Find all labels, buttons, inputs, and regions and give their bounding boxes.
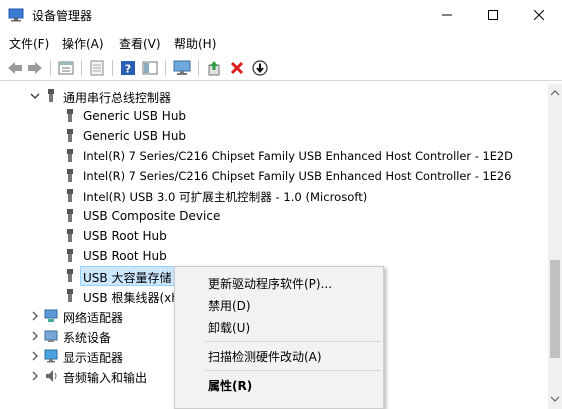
properties-button[interactable] [57, 59, 75, 77]
tree-item-label: Intel(R) USB 3.0 可扩展主机控制器 - 1.0 (Microso… [83, 190, 368, 204]
usb-controller-icon [48, 89, 54, 102]
view-pane-icon [142, 61, 158, 75]
view-pane-button[interactable] [141, 59, 159, 77]
tree-item[interactable]: USB Root Hub [0, 226, 548, 246]
tree-item[interactable]: Intel(R) USB 3.0 可扩展主机控制器 - 1.0 (Microso… [0, 186, 548, 206]
minimize-button[interactable] [424, 0, 470, 30]
forward-button[interactable] [26, 59, 44, 77]
update-driver-button[interactable] [205, 59, 223, 77]
chevron-right-icon[interactable] [30, 371, 40, 381]
tree-category-label: 通用串行总线控制器 [63, 91, 172, 105]
uninstall-button[interactable] [228, 59, 246, 77]
chevron-right-icon[interactable] [30, 351, 40, 361]
display-adapter-icon [44, 349, 58, 363]
context-menu: 更新驱动程序软件(P)... 禁用(D) 卸载(U) 扫描检测硬件改动(A) 属… [174, 266, 384, 409]
close-icon [534, 10, 544, 20]
tree-item[interactable]: Generic USB Hub [0, 126, 548, 146]
usb-plug-icon [67, 289, 73, 302]
menu-update-driver[interactable]: 更新驱动程序软件(P)... [208, 275, 332, 292]
disable-icon [252, 60, 268, 76]
tree-category-label: 系统设备 [63, 331, 112, 345]
scroll-up-icon[interactable] [550, 88, 560, 98]
usb-plug-icon [67, 249, 73, 262]
uninstall-x-icon [230, 61, 244, 75]
tree-category-label: 网络适配器 [63, 311, 124, 325]
tree-item-label: Intel(R) 7 Series/C216 Chipset Family US… [83, 149, 513, 163]
help-icon: ? [121, 61, 135, 76]
tree-category-label: 显示适配器 [63, 351, 124, 365]
tree-item-label: USB Composite Device [83, 209, 221, 223]
minimize-icon [442, 14, 452, 16]
menu-bar: 文件(F) 操作(A) 查看(V) 帮助(H) [0, 32, 562, 54]
menu-uninstall[interactable]: 卸载(U) [208, 319, 250, 336]
tree-item-label: USB 根集线器(xh [83, 291, 179, 305]
menu-separator [205, 370, 381, 371]
disable-button[interactable] [251, 59, 269, 77]
scroll-down-icon[interactable] [550, 394, 560, 404]
tree-item[interactable]: Intel(R) 7 Series/C216 Chipset Family US… [0, 146, 548, 166]
maximize-button[interactable] [470, 0, 516, 30]
usb-plug-icon [67, 269, 73, 282]
network-adapter-icon [44, 309, 58, 322]
monitor-scan-icon [173, 60, 191, 75]
maximize-icon [488, 10, 498, 20]
usb-plug-icon [67, 209, 73, 222]
usb-plug-icon [67, 109, 73, 122]
driver-doc-icon [90, 60, 104, 76]
scrollbar-thumb[interactable] [550, 260, 560, 358]
vertical-scrollbar[interactable] [548, 84, 562, 409]
usb-plug-icon [67, 189, 73, 202]
tree-item-label: USB Root Hub [83, 249, 167, 263]
back-button[interactable] [6, 59, 24, 77]
help-button[interactable]: ? [119, 59, 137, 77]
menu-action[interactable]: 操作(A) [62, 35, 104, 52]
menu-view[interactable]: 查看(V) [119, 35, 161, 52]
back-arrow-icon [8, 62, 22, 74]
tree-item-label: USB Root Hub [83, 229, 167, 243]
tree-item[interactable]: Intel(R) 7 Series/C216 Chipset Family US… [0, 166, 548, 186]
chevron-right-icon[interactable] [30, 311, 40, 321]
close-button[interactable] [516, 0, 562, 30]
tree-item-label: USB 大容量存储 [83, 271, 172, 285]
menu-separator [205, 341, 381, 342]
driver-doc-button[interactable] [88, 59, 106, 77]
menu-disable[interactable]: 禁用(D) [208, 297, 251, 314]
menu-scan-hardware[interactable]: 扫描检测硬件改动(A) [208, 348, 322, 365]
tree-item[interactable]: USB Root Hub [0, 246, 548, 266]
speaker-icon [46, 370, 57, 382]
usb-plug-icon [67, 149, 73, 162]
toolbar: ? [0, 55, 562, 81]
menu-properties[interactable]: 属性(R) [208, 377, 252, 394]
svg-text:?: ? [125, 63, 131, 76]
usb-plug-icon [67, 229, 73, 242]
chevron-right-icon[interactable] [30, 331, 40, 341]
window-title: 设备管理器 [32, 9, 93, 23]
properties-sheet-icon [58, 61, 74, 75]
device-manager-icon [8, 8, 24, 22]
usb-plug-icon [67, 129, 73, 142]
update-driver-icon [208, 61, 220, 76]
menu-help[interactable]: 帮助(H) [174, 35, 216, 52]
usb-plug-icon [67, 169, 73, 182]
tree-category-usb[interactable]: 通用串行总线控制器 [0, 86, 548, 106]
tree-item-label: Intel(R) 7 Series/C216 Chipset Family US… [83, 169, 512, 183]
tree-item-label: Generic USB Hub [83, 109, 187, 123]
tree-item[interactable]: Generic USB Hub [0, 106, 548, 126]
menu-file[interactable]: 文件(F) [9, 35, 49, 52]
tree-item[interactable]: USB Composite Device [0, 206, 548, 226]
system-device-icon [44, 330, 58, 342]
title-bar: 设备管理器 [0, 0, 562, 30]
forward-arrow-icon [28, 62, 42, 74]
chevron-down-icon[interactable] [30, 91, 40, 101]
scan-hardware-button[interactable] [173, 59, 191, 77]
tree-item-label: Generic USB Hub [83, 129, 187, 143]
tree-category-label: 音频输入和输出 [63, 371, 148, 385]
